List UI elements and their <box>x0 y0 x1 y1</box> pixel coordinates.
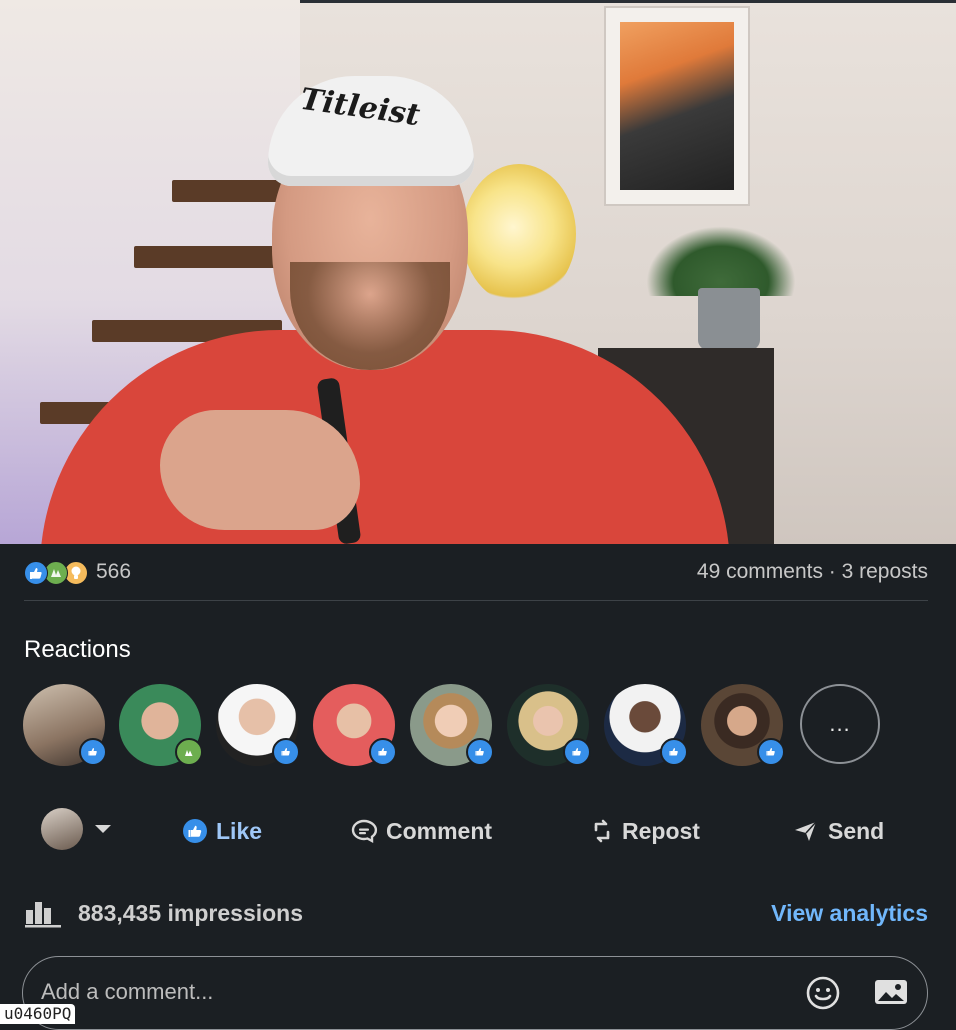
impressions-count: 883,435 impressions <box>78 900 304 926</box>
social-counts: 566 49 comments · 3 reposts <box>24 558 928 588</box>
comment-input[interactable]: Add a comment... <box>22 956 928 1030</box>
reactor-avatar[interactable] <box>604 684 688 766</box>
image-icon[interactable] <box>873 977 909 1007</box>
wall-poster <box>604 6 750 206</box>
plant <box>646 226 796 296</box>
like-badge-icon <box>466 738 494 766</box>
reaction-type-icons[interactable] <box>24 561 92 585</box>
repost-icon <box>594 819 610 843</box>
comment-placeholder: Add a comment... <box>41 979 214 1004</box>
reactions-heading: Reactions <box>24 636 131 663</box>
impressions-row: 883,435 impressions View analytics <box>24 898 928 930</box>
reactor-avatar[interactable] <box>216 684 300 766</box>
reactor-avatar[interactable] <box>410 684 494 766</box>
reactor-avatar[interactable] <box>507 684 591 766</box>
post-action-bar: Like Comment Repost Send <box>0 806 956 856</box>
speaker-hand <box>160 410 360 530</box>
repost-button[interactable]: Repost <box>590 806 700 856</box>
like-label: Like <box>216 817 263 844</box>
analytics-chart-icon <box>25 902 61 928</box>
reactor-avatar[interactable] <box>313 684 397 766</box>
stair-step <box>134 246 284 268</box>
celebrate-badge-icon <box>175 738 203 766</box>
corner-id-label: u0460PQ <box>0 1004 76 1024</box>
view-analytics-link[interactable]: View analytics <box>771 900 928 927</box>
reactions-count[interactable]: 566 <box>96 560 131 584</box>
post-video[interactable]: Titleist <box>0 0 956 544</box>
like-badge-icon <box>369 738 397 766</box>
reactor-avatar[interactable] <box>23 684 107 766</box>
more-reactions-button[interactable]: ... <box>800 684 880 764</box>
reactor-avatar[interactable] <box>119 684 203 766</box>
send-button[interactable]: Send <box>792 806 884 856</box>
like-badge-icon <box>660 738 688 766</box>
emoji-icon[interactable] <box>805 975 841 1011</box>
repost-label: Repost <box>622 817 700 844</box>
divider <box>24 600 928 601</box>
reactor-avatar[interactable] <box>701 684 785 766</box>
plant-pot <box>698 288 760 350</box>
like-badge-icon <box>563 738 591 766</box>
stair-step <box>172 180 292 202</box>
send-label: Send <box>828 817 885 844</box>
comment-icon <box>351 819 378 844</box>
comments-reposts-count[interactable]: 49 comments · 3 reposts <box>697 560 928 584</box>
comment-button[interactable]: Comment <box>350 806 492 856</box>
like-badge-icon <box>757 738 785 766</box>
like-reaction-icon <box>24 561 48 585</box>
send-icon <box>795 821 817 841</box>
lamp <box>462 164 576 304</box>
like-icon <box>183 819 207 843</box>
like-badge-icon <box>272 738 300 766</box>
like-button[interactable]: Like <box>182 806 262 856</box>
comment-label: Comment <box>386 817 493 844</box>
like-badge-icon <box>79 738 107 766</box>
